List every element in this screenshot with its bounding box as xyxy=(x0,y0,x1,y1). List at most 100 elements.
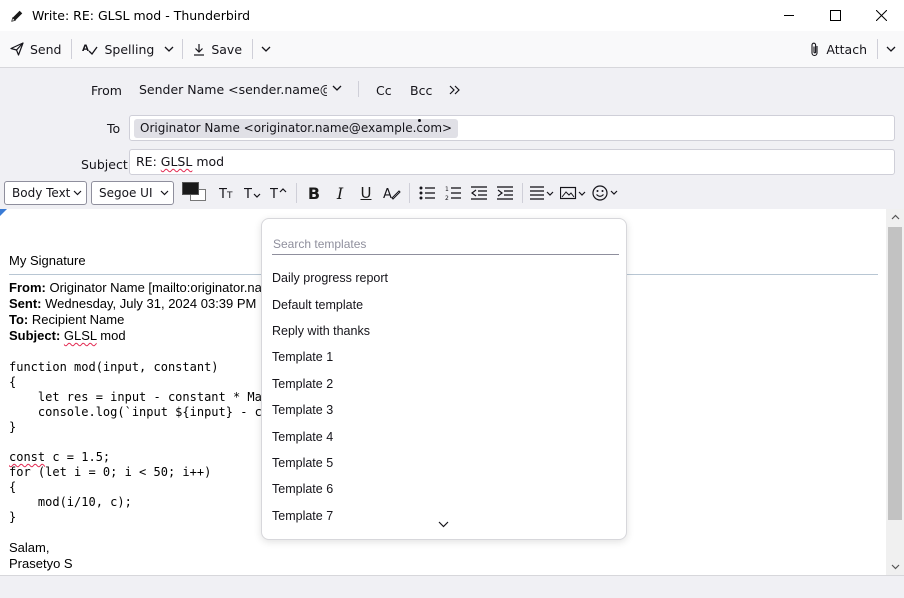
chevron-down-icon xyxy=(73,190,82,196)
indent-icon xyxy=(497,186,513,200)
title-bar: Write: RE: GLSL mod - Thunderbird xyxy=(0,0,904,31)
editor-corner-marker xyxy=(0,209,7,216)
chevron-down-icon xyxy=(886,46,896,52)
send-button[interactable]: Send xyxy=(4,35,67,63)
templates-popup: Daily progress report Default template R… xyxy=(261,218,627,540)
chevron-down-icon[interactable] xyxy=(332,85,342,91)
font-size-smaller-button[interactable]: TT xyxy=(214,181,240,205)
format-separator xyxy=(522,183,523,203)
italic-button[interactable]: I xyxy=(327,181,353,205)
code-misspelled-word: const xyxy=(9,450,46,464)
template-item[interactable]: Default template xyxy=(272,295,618,315)
quote-sent-line: Sent: Wednesday, July 31, 2024 03:39 PM xyxy=(9,296,256,311)
chevron-down-icon xyxy=(261,46,271,52)
svg-text:T: T xyxy=(226,191,233,200)
subject-suffix: mod xyxy=(192,154,225,169)
italic-icon: I xyxy=(336,183,344,203)
toolbar-separator xyxy=(252,39,254,59)
spelling-button[interactable]: A Spelling xyxy=(76,35,160,63)
font-size-decrease-button[interactable]: T xyxy=(240,181,266,205)
recipient-pill[interactable]: Originator Name <originator.name@example… xyxy=(134,119,459,138)
download-icon xyxy=(194,43,205,56)
template-item[interactable]: Template 6 xyxy=(272,479,618,499)
close-button[interactable] xyxy=(858,0,904,31)
bold-button[interactable]: B xyxy=(301,181,327,205)
template-item[interactable]: Daily progress report xyxy=(272,268,618,288)
text-color-picker[interactable] xyxy=(182,181,208,205)
svg-text:T: T xyxy=(244,187,252,200)
maximize-button[interactable] xyxy=(812,0,858,31)
code-line: } xyxy=(9,420,17,434)
font-family-value: Segoe UI xyxy=(99,186,153,200)
underline-button[interactable]: U xyxy=(353,181,379,205)
spelling-icon: A xyxy=(82,44,99,56)
quote-subject-suffix: mod xyxy=(96,328,126,343)
bullet-list-button[interactable] xyxy=(414,181,440,205)
save-button[interactable]: Save xyxy=(187,35,248,63)
template-search-input[interactable] xyxy=(272,233,619,255)
svg-text:2: 2 xyxy=(445,195,449,201)
align-button[interactable] xyxy=(527,181,557,205)
code-line: console.log(`input ${input} - co xyxy=(9,405,270,419)
outdent-button[interactable] xyxy=(466,181,492,205)
code-line: for (let i = 0; i < 50; i++) xyxy=(9,465,212,479)
close-icon xyxy=(875,10,887,21)
indent-button[interactable] xyxy=(492,181,518,205)
code-line: function mod(input, constant) xyxy=(9,360,219,374)
compose-headers: From Sender Name <sender.name@example.co… xyxy=(0,68,904,177)
status-bar xyxy=(0,575,904,598)
numbered-list-button[interactable]: 12 xyxy=(440,181,466,205)
more-fields-icon[interactable] xyxy=(449,85,461,95)
template-item[interactable]: Template 3 xyxy=(272,400,618,420)
save-dropdown[interactable] xyxy=(257,35,275,63)
text-styles-button[interactable]: A xyxy=(379,181,405,205)
text-color-swatch[interactable] xyxy=(182,182,199,195)
cc-button[interactable]: Cc xyxy=(376,83,392,98)
chevron-up-icon xyxy=(891,214,899,220)
text-style-icon: A xyxy=(383,187,401,200)
scroll-more-chevron-icon[interactable] xyxy=(438,521,449,528)
font-size-increase-button[interactable]: T xyxy=(266,181,292,205)
insert-emoji-button[interactable] xyxy=(589,181,621,205)
svg-text:T: T xyxy=(219,187,227,200)
spelling-dropdown[interactable] xyxy=(160,35,178,63)
subject-prefix: RE: xyxy=(136,154,161,169)
text-size-up-icon: T xyxy=(270,187,287,200)
to-recipients-field[interactable]: Originator Name <originator.name@example… xyxy=(129,115,895,141)
from-identity-select[interactable]: Sender Name <sender.name@example.com> xyxy=(139,82,327,97)
scroll-down-button[interactable] xyxy=(886,559,904,575)
svg-text:A: A xyxy=(383,187,392,200)
minimize-button[interactable] xyxy=(766,0,812,31)
scroll-up-button[interactable] xyxy=(886,209,904,225)
editor-scrollbar[interactable] xyxy=(886,209,904,575)
underline-icon: U xyxy=(360,184,372,202)
subject-input[interactable]: RE: GLSL mod xyxy=(129,149,895,175)
attach-dropdown[interactable] xyxy=(882,35,900,63)
subject-label: Subject xyxy=(81,157,128,172)
compose-toolbar: Send A Spelling Save Attach xyxy=(0,31,904,68)
template-item[interactable]: Reply with thanks xyxy=(272,321,618,341)
subject-misspelled-word: GLSL xyxy=(160,154,193,169)
chevron-down-icon xyxy=(164,46,174,52)
minimize-icon xyxy=(783,15,794,16)
quote-to-line: To: Recipient Name xyxy=(9,312,124,327)
spelling-label: Spelling xyxy=(104,41,155,57)
attach-button[interactable]: Attach xyxy=(804,35,873,63)
template-item[interactable]: Template 5 xyxy=(272,453,618,473)
send-label: Send xyxy=(30,41,62,57)
scrollbar-thumb[interactable] xyxy=(888,227,902,520)
font-family-select[interactable]: Segoe UI xyxy=(91,181,174,205)
template-item[interactable]: Template 1 xyxy=(272,347,618,367)
smiley-icon xyxy=(592,185,618,201)
code-line: mod(i/10, c); xyxy=(9,495,132,509)
template-item[interactable]: Template 4 xyxy=(272,427,618,447)
outdent-icon xyxy=(471,186,487,200)
toolbar-separator xyxy=(877,39,878,59)
insert-image-button[interactable] xyxy=(557,181,589,205)
quote-sent-label: Sent: xyxy=(9,296,42,311)
code-line: { xyxy=(9,375,17,389)
template-item[interactable]: Template 2 xyxy=(272,374,618,394)
bcc-button[interactable]: Bcc xyxy=(410,83,432,98)
quote-subject-line: Subject: GLSL mod xyxy=(9,328,126,343)
paragraph-style-select[interactable]: Body Text xyxy=(4,181,87,205)
